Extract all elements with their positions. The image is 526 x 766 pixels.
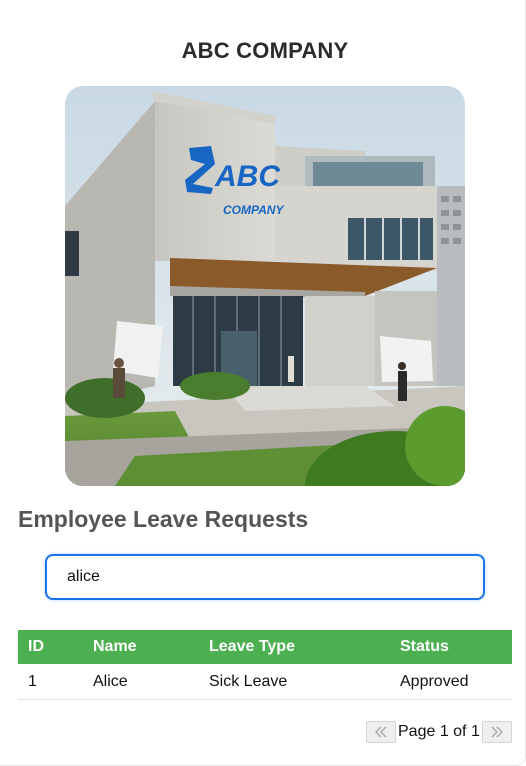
prev-page-button[interactable]: [366, 721, 396, 743]
search-input[interactable]: [45, 554, 485, 600]
column-header-name[interactable]: Name: [83, 630, 199, 664]
column-header-leave-type[interactable]: Leave Type: [199, 630, 390, 664]
company-title: ABC COMPANY: [181, 38, 349, 63]
double-chevron-left-icon: [375, 726, 387, 738]
cell-id: 1: [18, 664, 83, 700]
company-building-photo: ABC COMPANY: [65, 86, 465, 486]
page-indicator: Page 1 of 1: [398, 723, 480, 740]
next-page-button[interactable]: [481, 721, 512, 743]
cell-name: Alice: [83, 664, 199, 700]
double-chevron-right-icon: [491, 726, 503, 738]
pagination: Page 1 of 1: [366, 720, 512, 744]
section-title: Employee Leave Requests: [18, 506, 309, 532]
sign-text-abc: ABC: [214, 160, 281, 193]
sign-text-company: COMPANY: [223, 203, 284, 217]
cell-status: Approved: [390, 664, 512, 700]
cell-leave-type: Sick Leave: [199, 664, 390, 700]
leave-requests-table: ID Name Leave Type Status 1 Alice Sick L…: [18, 630, 512, 700]
page-card: ABC COMPANY ABC COMPANY Employee Leave R…: [0, 0, 526, 766]
column-header-status[interactable]: Status: [390, 630, 512, 664]
table-row[interactable]: 1 Alice Sick Leave Approved: [18, 664, 512, 700]
table-header-row: ID Name Leave Type Status: [18, 630, 512, 664]
column-header-id[interactable]: ID: [18, 630, 83, 664]
